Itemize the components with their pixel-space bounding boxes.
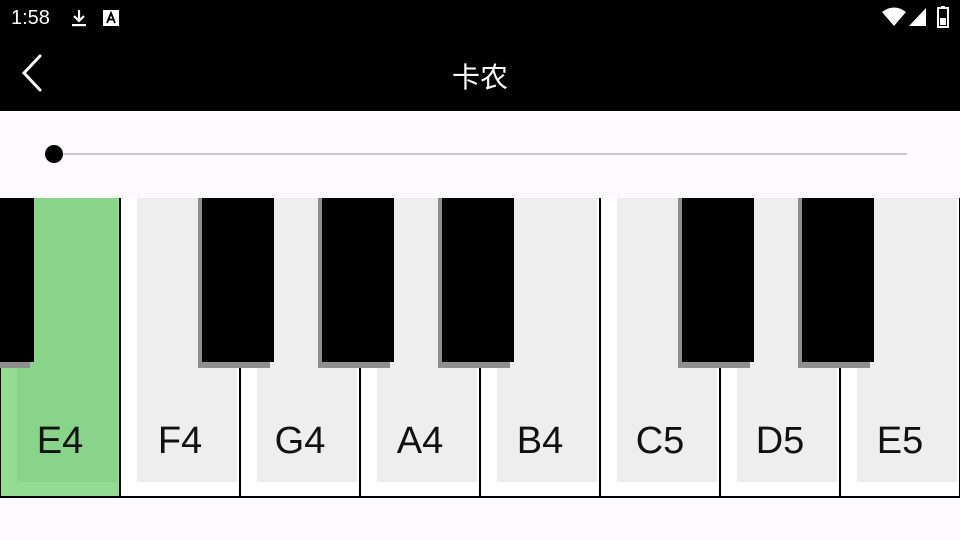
font-a-icon — [103, 10, 119, 26]
key-body — [442, 198, 514, 362]
black-key[interactable] — [678, 198, 754, 368]
app-bar: 卡农 — [0, 36, 960, 111]
slider-thumb[interactable] — [45, 145, 63, 163]
key-label: B4 — [516, 420, 564, 462]
black-key[interactable] — [198, 198, 274, 368]
slider-track — [54, 153, 907, 155]
black-key[interactable] — [0, 198, 34, 368]
key-label: E4 — [36, 420, 84, 462]
status-bar: 1:58 — [0, 0, 960, 36]
black-key[interactable] — [318, 198, 394, 368]
key-label: A4 — [396, 420, 444, 462]
key-label: C5 — [635, 420, 685, 462]
key-body — [0, 198, 34, 362]
wifi-icon — [882, 7, 906, 26]
key-label: F4 — [157, 420, 203, 462]
key-body — [202, 198, 274, 362]
status-time: 1:58 — [11, 7, 50, 29]
download-icon — [72, 10, 86, 27]
piano-keyboard: E4 F4 G4 A4 B4 C5 D5 E5 — [0, 198, 960, 498]
black-key[interactable] — [438, 198, 514, 368]
battery-icon — [937, 6, 949, 28]
key-label: G4 — [274, 420, 326, 462]
key-body — [802, 198, 874, 362]
key-body — [322, 198, 394, 362]
black-key[interactable] — [798, 198, 874, 368]
key-label: D5 — [755, 420, 805, 462]
progress-slider[interactable] — [45, 139, 911, 169]
page-title: 卡农 — [451, 62, 508, 93]
cell-signal-icon — [909, 8, 926, 26]
key-label: E5 — [876, 420, 924, 462]
key-body — [682, 198, 754, 362]
